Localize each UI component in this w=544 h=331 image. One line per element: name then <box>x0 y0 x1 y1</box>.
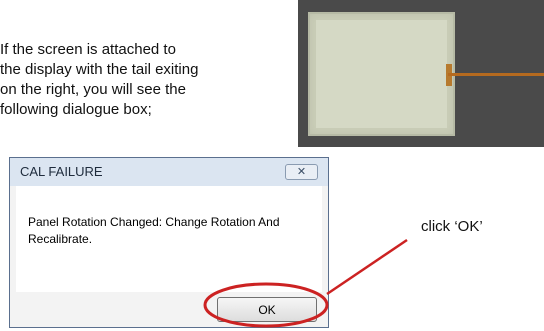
touch-panel-active-area <box>316 20 447 128</box>
ok-button[interactable]: OK <box>217 297 317 322</box>
instruction-text: If the screen is attached to the display… <box>0 41 199 118</box>
dialog-message: Panel Rotation Changed: Change Rotation … <box>28 215 280 246</box>
dialog-body: Panel Rotation Changed: Change Rotation … <box>16 186 322 292</box>
touch-panel-photo <box>298 0 544 147</box>
callout-arrow-line <box>326 238 408 296</box>
cal-failure-dialog: CAL FAILURE ✕ Panel Rotation Changed: Ch… <box>9 157 329 328</box>
touch-panel-tail-cable <box>448 73 544 76</box>
touch-panel-glass <box>308 12 455 136</box>
dialog-titlebar: CAL FAILURE ✕ <box>10 158 328 186</box>
close-icon[interactable]: ✕ <box>285 164 318 180</box>
callout-label: click ‘OK’ <box>421 218 483 235</box>
dialog-title: CAL FAILURE <box>20 164 103 179</box>
